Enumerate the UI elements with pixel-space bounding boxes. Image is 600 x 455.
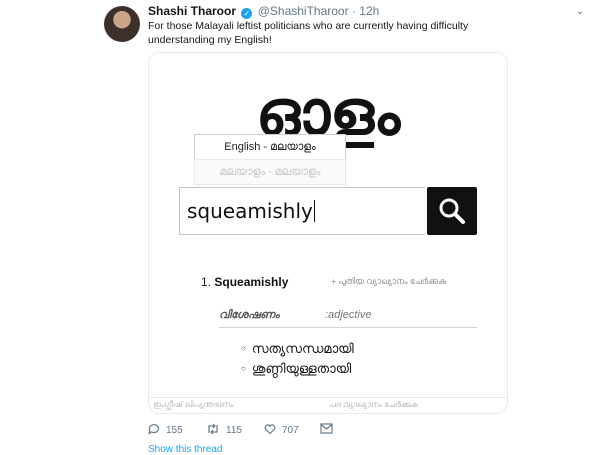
retweet-button[interactable]: 115 [206,423,242,436]
separator: · [351,4,356,18]
add-meaning-link[interactable]: + പുതിയ വ്യാഖ്യാനം ചേർക്കുക [331,276,446,287]
entry-heading: 1. Squeamishly [201,275,288,289]
retweet-count: 115 [226,425,242,436]
pos-malayalam: വിശേഷണം [219,309,280,321]
author-handle[interactable]: @ShashiTharoor [258,4,349,18]
entry-word: Squeamishly [214,275,289,289]
footer-right: പദ വ്യാഖ്യാനം ചേർക്കുക [329,400,419,409]
search-icon [439,198,465,224]
search-button[interactable] [427,187,477,235]
part-of-speech-row: വിശേഷണം :adjective [219,307,477,328]
tweet-header: Shashi Tharoor ✓ @ShashiTharoor · 12h [148,4,379,19]
search-value: squeamishly [187,199,313,223]
card-footer: ഇംഗ്ലീഷ് ലിപ്യന്തരണം പദ വ്യാഖ്യാനം ചേർക്… [149,397,507,413]
author-name[interactable]: Shashi Tharoor [148,4,236,18]
lang-option-malayalam-malayalam[interactable]: മലയാളം - മലയാളം [194,159,346,185]
reply-icon [148,423,160,435]
meanings-list: സത്യസന്ധമായി ശുണ്ഠിയുള്ളതായി [241,339,354,379]
chevron-down-icon[interactable]: ⌄ [576,6,584,17]
media-card[interactable]: ഓളം English - മലയാളം മലയാളം - മലയാളം squ… [148,52,508,414]
reply-count: 155 [166,425,183,436]
search-input[interactable]: squeamishly [179,187,425,235]
tweet-text: For those Malayali leftist politicians w… [148,20,469,46]
avatar[interactable] [104,6,140,42]
entry-number: 1. [201,275,212,289]
verified-check-icon: ✓ [241,8,253,19]
dm-button[interactable] [320,423,339,435]
meaning-item: ശുണ്ഠിയുള്ളതായി [241,359,354,379]
tweet-time[interactable]: 12h [359,4,379,18]
meaning-item: സത്യസന്ധമായി [241,339,354,359]
lang-option-english-malayalam[interactable]: English - മലയാളം [194,134,346,160]
pos-english: :adjective [325,309,372,321]
reply-button[interactable]: 155 [148,423,183,436]
like-button[interactable]: 707 [264,423,299,436]
retweet-icon [208,423,218,435]
text-cursor [313,200,315,222]
heart-icon [264,424,276,435]
like-count: 707 [282,425,299,436]
footer-left: ഇംഗ്ലീഷ് ലിപ്യന്തരണം [153,400,234,409]
envelope-icon [320,423,333,434]
